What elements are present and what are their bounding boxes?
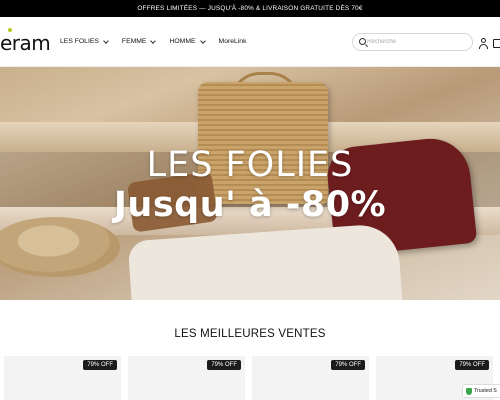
nav-item-homme[interactable]: HOMME	[169, 37, 206, 45]
straw-hat-image	[0, 217, 120, 277]
promo-text[interactable]: OFFRES LIMITÉES — JUSQU'À -80% & LIVRAIS…	[137, 5, 362, 12]
nav-item-label: LES FOLIES	[60, 38, 99, 45]
bag-icon[interactable]	[493, 39, 500, 48]
user-icon[interactable]	[479, 38, 488, 49]
chevron-down-icon	[150, 37, 157, 44]
product-card[interactable]: 79% OFF	[4, 356, 121, 400]
discount-badge: 79% OFF	[455, 360, 489, 370]
trust-badge-text: Trusted S	[474, 388, 497, 394]
user-icon-body	[479, 44, 488, 49]
promo-bar[interactable]: OFFRES LIMITÉES — JUSQU'À -80% & LIVRAIS…	[0, 0, 500, 17]
nav-item-label: MoreLink	[218, 38, 247, 45]
hero-subtitle: Jusqu' à -80%	[113, 185, 387, 225]
search-box[interactable]	[352, 33, 473, 51]
hero-title: LES FOLIES	[146, 145, 354, 185]
user-icon-head	[481, 38, 486, 43]
chevron-down-icon	[103, 37, 109, 44]
site-header: eram LES FOLIES FEMME HOMME MoreLink	[0, 17, 500, 67]
nav-item-label: FEMME	[121, 38, 147, 45]
nav-item-morelink[interactable]: MoreLink	[219, 38, 247, 45]
hero-banner[interactable]: LES FOLIES Jusqu' à -80%	[0, 67, 500, 300]
search-icon[interactable]	[359, 38, 366, 45]
main-nav: LES FOLIES FEMME HOMME MoreLink	[60, 37, 261, 45]
chevron-down-icon	[199, 37, 206, 44]
nav-item-label: HOMME	[169, 38, 196, 45]
logo[interactable]: eram	[0, 31, 51, 55]
search-input[interactable]	[367, 39, 457, 45]
discount-badge: 79% OFF	[331, 360, 365, 370]
nav-item-femme[interactable]: FEMME	[121, 37, 157, 45]
product-grid: 79% OFF 79% OFF 79% OFF 79% OFF	[4, 356, 500, 400]
shield-icon	[466, 387, 472, 395]
discount-badge: 79% OFF	[207, 360, 241, 370]
best-sellers-title: LES MEILLEURES VENTES	[174, 328, 326, 340]
trust-badge[interactable]: Trusted S	[462, 384, 500, 398]
product-card[interactable]: 79% OFF	[252, 356, 369, 400]
discount-badge: 79% OFF	[83, 360, 117, 370]
product-card[interactable]: 79% OFF	[128, 356, 245, 400]
nav-item-les-folies[interactable]: LES FOLIES	[60, 37, 109, 45]
